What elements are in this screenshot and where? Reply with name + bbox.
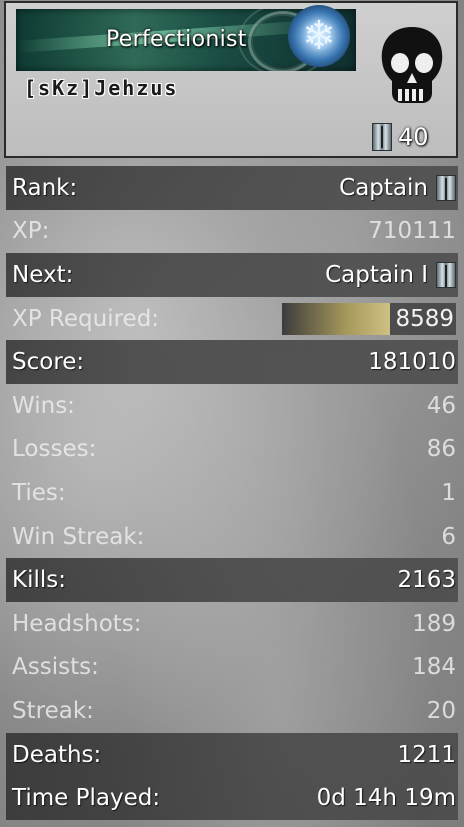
captain-bars-icon — [436, 174, 456, 201]
row-next: Next: Captain I — [6, 253, 458, 297]
level-number: 40 — [398, 123, 429, 151]
xp-required-label: XP Required: — [12, 305, 160, 332]
row-kills: Kills: 2163 — [6, 558, 458, 602]
streak-label: Streak: — [12, 697, 94, 724]
row-streak: Streak: 20 — [6, 689, 458, 733]
next-value-text: Captain I — [325, 261, 428, 288]
losses-value: 86 — [426, 436, 456, 463]
next-label: Next: — [12, 261, 74, 288]
time-played-value: 0d 14h 19m — [316, 785, 456, 812]
assists-value: 184 — [412, 654, 456, 681]
xp-required-value: 8589 — [395, 305, 454, 332]
kills-value: 2163 — [397, 567, 456, 594]
captain-bars-icon — [372, 123, 392, 151]
row-deaths: Deaths: 1211 — [6, 732, 458, 777]
row-headshots: Headshots: 189 — [6, 602, 458, 646]
snowflake-emblem-icon: ❄ — [288, 5, 350, 67]
xp-value: 710111 — [368, 218, 456, 245]
gamertag: [sKz]Jehzus — [24, 76, 179, 100]
wins-label: Wins: — [12, 392, 75, 419]
player-title: Perfectionist — [106, 27, 247, 52]
score-label: Score: — [12, 349, 85, 376]
headshots-value: 189 — [412, 610, 456, 637]
xp-label: XP: — [12, 218, 50, 245]
deaths-value: 1211 — [397, 741, 456, 768]
score-value: 181010 — [368, 349, 456, 376]
row-xp: XP: 710111 — [6, 210, 458, 254]
next-value: Captain I — [325, 261, 456, 288]
deaths-label: Deaths: — [12, 741, 102, 768]
player-card: ❄ Perfectionist [sKz]Jehzus 40 — [4, 1, 458, 158]
row-xp-required: XP Required: 8589 — [6, 297, 458, 341]
row-rank: Rank: Captain — [6, 166, 458, 210]
streak-value: 20 — [426, 697, 456, 724]
rank-value: Captain — [339, 174, 456, 201]
time-played-label: Time Played: — [12, 785, 161, 812]
row-assists: Assists: 184 — [6, 646, 458, 690]
kills-label: Kills: — [12, 567, 66, 594]
assists-label: Assists: — [12, 654, 99, 681]
snowflake-icon: ❄ — [302, 13, 336, 59]
win-streak-value: 6 — [441, 523, 456, 550]
xp-progress-fill — [282, 302, 390, 335]
rank-label: Rank: — [12, 174, 78, 201]
win-streak-label: Win Streak: — [12, 523, 145, 550]
row-wins: Wins: 46 — [6, 384, 458, 428]
row-ties: Ties: 1 — [6, 471, 458, 515]
row-time-played: Time Played: 0d 14h 19m — [6, 776, 458, 820]
xp-progress-bar: 8589 — [282, 302, 456, 335]
wins-value: 46 — [426, 392, 456, 419]
headshots-label: Headshots: — [12, 610, 142, 637]
skull-icon — [381, 27, 443, 103]
row-losses: Losses: 86 — [6, 428, 458, 472]
row-win-streak: Win Streak: 6 — [6, 515, 458, 559]
stats-list: Rank: Captain XP: 710111 Next: Captain I… — [6, 166, 458, 820]
captain-bars-icon — [436, 261, 456, 288]
level-indicator: 40 — [372, 121, 429, 153]
row-score: Score: 181010 — [6, 340, 458, 384]
rank-value-text: Captain — [339, 174, 428, 201]
ties-value: 1 — [441, 479, 456, 506]
ties-label: Ties: — [12, 479, 66, 506]
losses-label: Losses: — [12, 436, 97, 463]
